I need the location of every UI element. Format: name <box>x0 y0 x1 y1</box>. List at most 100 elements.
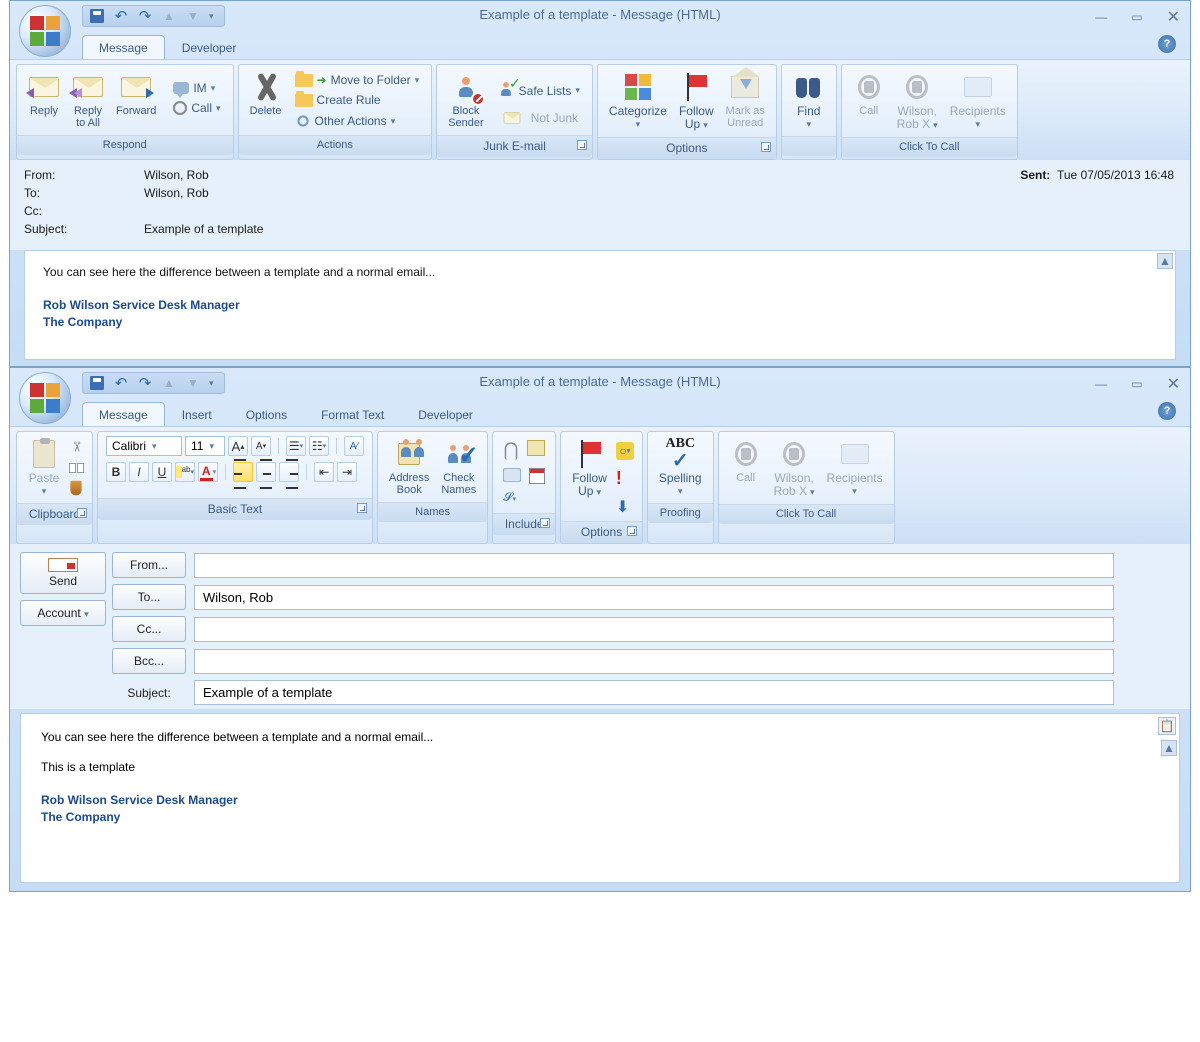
prev-icon[interactable]: ▲ <box>161 8 177 24</box>
close-button[interactable]: ✕ <box>1167 7 1180 27</box>
tab-message[interactable]: Message <box>82 402 165 426</box>
send-button[interactable]: Send <box>20 552 106 594</box>
dialog-launcher-icon[interactable] <box>627 526 637 536</box>
other-actions-button[interactable]: Other Actions ▾ <box>291 111 424 131</box>
cut-icon[interactable]: ✂ <box>68 441 85 456</box>
block-sender-button[interactable]: Block Sender <box>445 69 486 131</box>
bold-button[interactable]: B <box>106 462 126 482</box>
save-icon[interactable] <box>89 375 105 391</box>
help-icon[interactable]: ? <box>1158 402 1176 420</box>
categorize-button[interactable]: Categorize▾ <box>606 69 670 132</box>
dialog-launcher-icon[interactable] <box>77 508 87 518</box>
from-button[interactable]: From... <box>112 552 186 578</box>
address-book-button[interactable]: Address Book <box>386 436 432 498</box>
tab-developer[interactable]: Developer <box>401 402 490 426</box>
signature-icon[interactable]: 𝓢▾ <box>503 490 516 505</box>
paste-button: Paste▾ <box>25 436 63 499</box>
account-button[interactable]: Account ▾ <box>20 600 106 626</box>
bcc-button[interactable]: Bcc... <box>112 648 186 674</box>
office-button[interactable] <box>19 5 71 57</box>
cc-input[interactable] <box>194 617 1114 642</box>
window-title: Example of a template - Message (HTML) <box>479 7 720 22</box>
safe-lists-button[interactable]: ✓Safe Lists ▾ <box>493 77 584 104</box>
minimize-button[interactable]: ― <box>1095 377 1107 391</box>
prev-icon[interactable]: ▲ <box>161 375 177 391</box>
size-combo[interactable]: 11▾ <box>185 436 225 456</box>
qat-more-icon[interactable]: ▾ <box>209 11 214 22</box>
attach-item-icon[interactable] <box>527 440 545 456</box>
from-input[interactable] <box>194 553 1114 578</box>
to-input[interactable] <box>194 585 1114 610</box>
high-importance-icon[interactable]: ! <box>616 468 634 489</box>
copy-icon[interactable] <box>69 463 84 473</box>
group-actions: Delete ➜Move to Folder ▾ Create Rule Oth… <box>238 64 433 160</box>
save-icon[interactable] <box>89 8 105 24</box>
underline-button[interactable]: U <box>152 462 172 482</box>
align-right-icon[interactable] <box>279 462 299 482</box>
qat-more-icon[interactable]: ▾ <box>209 378 214 389</box>
paste-options-icon[interactable]: 📋 <box>1158 717 1176 735</box>
undo-icon[interactable]: ↶ <box>113 8 129 24</box>
align-center-icon[interactable] <box>256 462 276 482</box>
tab-options[interactable]: Options <box>229 402 304 426</box>
calendar-icon[interactable] <box>529 468 545 484</box>
subject-input[interactable] <box>194 680 1114 705</box>
to-button[interactable]: To... <box>112 584 186 610</box>
permission-icon[interactable]: ○▾ <box>616 442 634 460</box>
tab-developer[interactable]: Developer <box>165 35 254 59</box>
low-importance-icon[interactable]: ⬇ <box>616 497 634 517</box>
dialog-launcher-icon[interactable] <box>357 503 367 513</box>
maximize-button[interactable]: ▭ <box>1131 377 1142 391</box>
create-rule-button[interactable]: Create Rule <box>291 91 424 109</box>
message-body: ▲ You can see here the difference betwee… <box>24 250 1176 360</box>
indent-icon[interactable]: ⇥ <box>337 462 357 482</box>
redo-icon[interactable]: ↷ <box>137 375 153 391</box>
highlight-button[interactable]: ab▾ <box>175 462 195 482</box>
im-button[interactable]: IM ▾ <box>169 79 224 97</box>
find-button[interactable]: Find▾ <box>790 69 828 132</box>
message-headers: From:Wilson, Rob Sent: Tue 07/05/2013 16… <box>10 160 1190 250</box>
follow-up-button[interactable]: Follow Up ▾ <box>676 69 717 133</box>
dialog-launcher-icon[interactable] <box>540 518 550 528</box>
help-icon[interactable]: ? <box>1158 35 1176 53</box>
font-combo[interactable]: Calibri▾ <box>106 436 182 456</box>
close-button[interactable]: ✕ <box>1167 374 1180 394</box>
tab-format-text[interactable]: Format Text <box>304 402 401 426</box>
bcc-input[interactable] <box>194 649 1114 674</box>
redo-icon[interactable]: ↷ <box>137 8 153 24</box>
font-color-button[interactable]: A▾ <box>198 462 218 482</box>
clear-format-icon[interactable]: A⁄ <box>344 436 364 456</box>
format-painter-icon[interactable] <box>70 481 81 495</box>
tab-insert[interactable]: Insert <box>165 402 229 426</box>
italic-button[interactable]: I <box>129 462 149 482</box>
office-button[interactable] <box>19 372 71 424</box>
forward-button[interactable]: Forward <box>113 69 159 119</box>
cc-button[interactable]: Cc... <box>112 616 186 642</box>
follow-up-button[interactable]: Follow Up ▾ <box>569 436 610 500</box>
call-button[interactable]: Call ▾ <box>169 99 224 117</box>
outdent-icon[interactable]: ⇤ <box>314 462 334 482</box>
dialog-launcher-icon[interactable] <box>577 140 587 150</box>
delete-button[interactable]: Delete <box>247 69 285 119</box>
undo-icon[interactable]: ↶ <box>113 375 129 391</box>
next-icon[interactable]: ▼ <box>185 375 201 391</box>
spelling-button[interactable]: ABC✓ Spelling▾ <box>656 436 705 499</box>
compose-body[interactable]: 📋 ▲ You can see here the difference betw… <box>20 713 1180 883</box>
check-names-button[interactable]: ✓ Check Names <box>438 436 479 498</box>
align-left-icon[interactable] <box>233 462 253 482</box>
attach-file-icon[interactable] <box>505 442 518 460</box>
numbering-icon[interactable]: ☷▾ <box>309 436 329 456</box>
ctc-wilson-button: Wilson, Rob X ▾ <box>894 69 941 133</box>
scroll-up-icon[interactable]: ▲ <box>1161 740 1177 756</box>
reply-button[interactable]: Reply <box>25 69 63 119</box>
dialog-launcher-icon[interactable] <box>761 142 771 152</box>
minimize-button[interactable]: ― <box>1095 10 1107 24</box>
group-respond: Reply Reply to All Forward IM ▾ Call ▾ R… <box>16 64 234 160</box>
next-icon[interactable]: ▼ <box>185 8 201 24</box>
reply-all-button[interactable]: Reply to All <box>69 69 107 131</box>
tab-message[interactable]: Message <box>82 35 165 59</box>
move-to-folder-button[interactable]: ➜Move to Folder ▾ <box>291 71 424 89</box>
business-card-icon[interactable] <box>503 468 521 482</box>
maximize-button[interactable]: ▭ <box>1131 10 1142 24</box>
scroll-up-icon[interactable]: ▲ <box>1157 253 1173 269</box>
